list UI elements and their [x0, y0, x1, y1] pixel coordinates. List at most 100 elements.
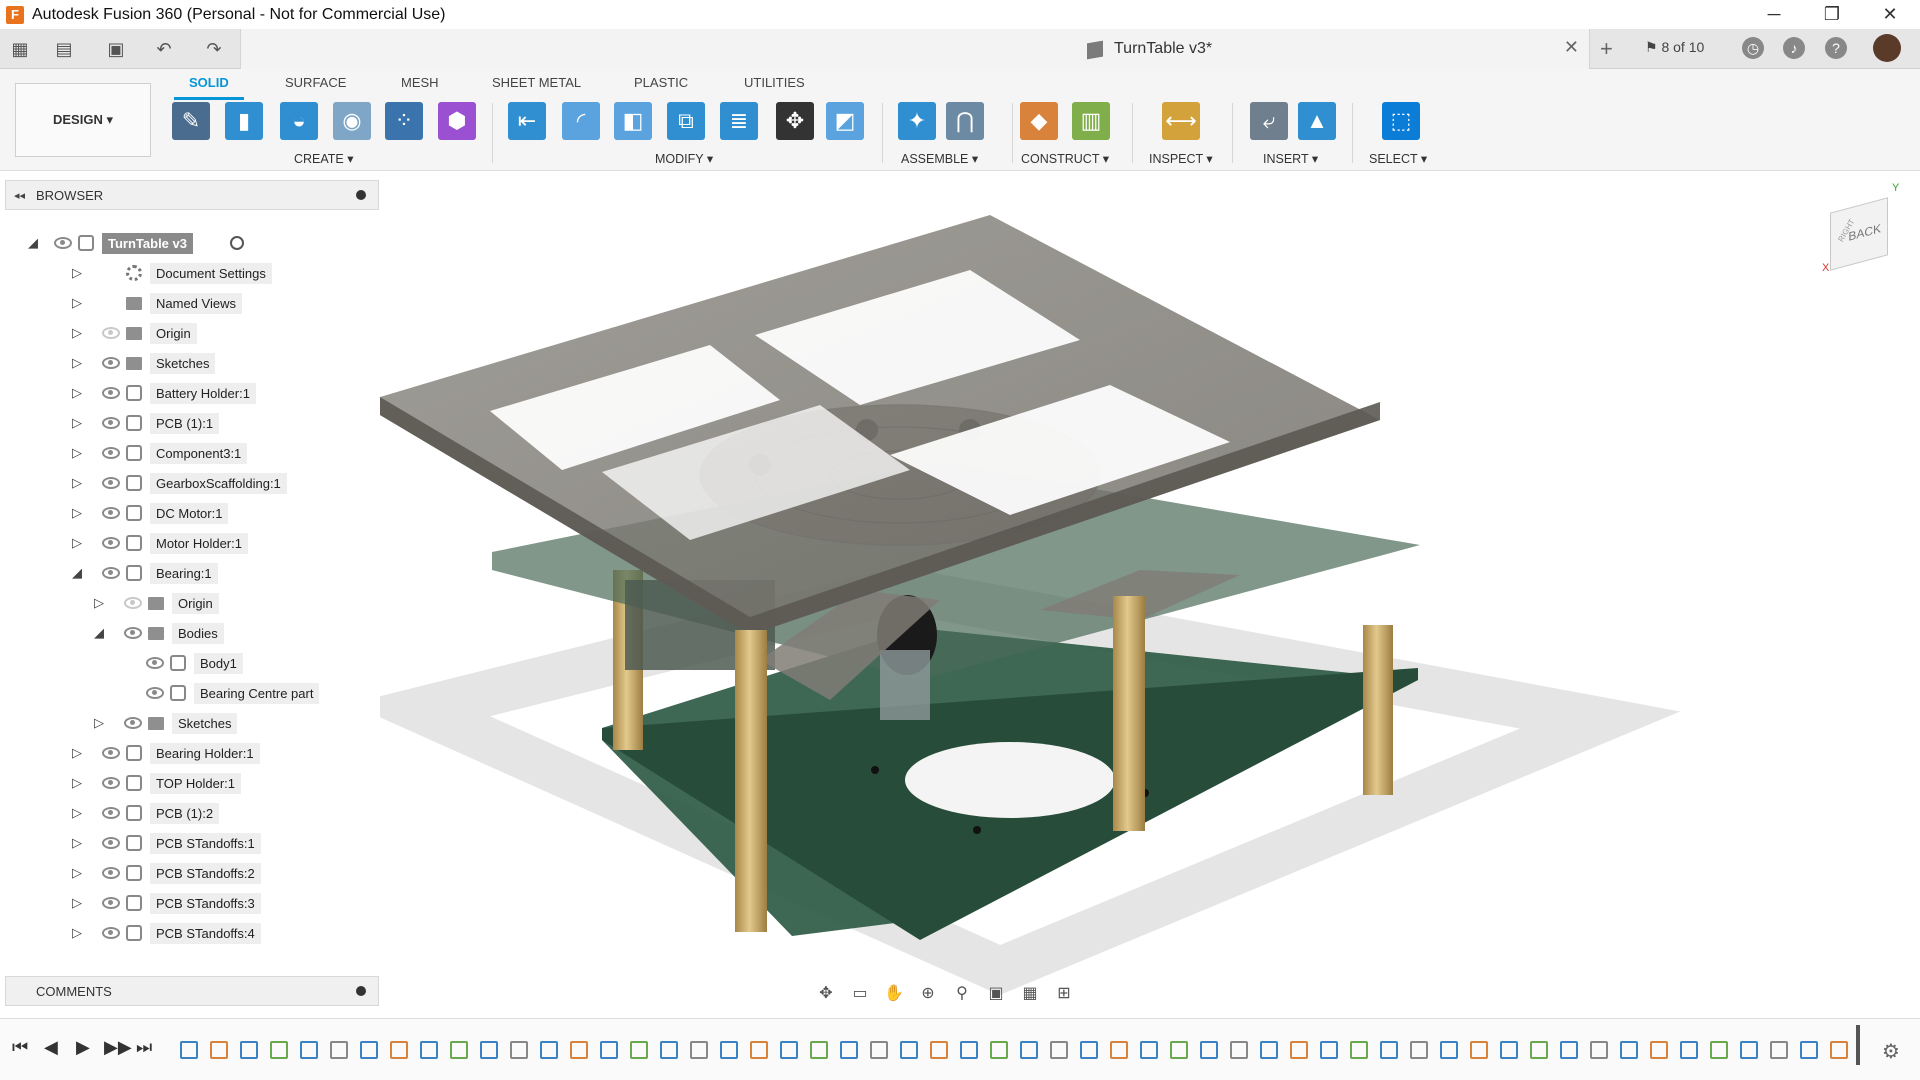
display-settings-icon[interactable]: ▣	[982, 983, 1010, 1003]
visibility-eye-icon[interactable]	[146, 657, 164, 669]
expand-toggle-icon[interactable]: ▷	[92, 715, 106, 731]
visibility-eye-icon[interactable]	[102, 537, 120, 549]
step-forward-button[interactable]: ▶▶	[104, 1037, 132, 1058]
expand-toggle-icon[interactable]: ▷	[70, 865, 84, 881]
notifications-bell-icon[interactable]: ♪	[1783, 37, 1805, 59]
create-sketch-icon[interactable]: ✎	[172, 102, 210, 140]
browser-item[interactable]: ▷ PCB STandoffs:4	[0, 919, 380, 947]
new-component-icon[interactable]: ✦	[898, 102, 936, 140]
timeline-feature-icon[interactable]	[1080, 1041, 1098, 1059]
undo-button[interactable]: ↶	[146, 38, 182, 60]
timeline-feature-icon[interactable]	[1710, 1041, 1728, 1059]
collapse-browser-icon[interactable]: ◂◂	[14, 189, 25, 202]
document-tab[interactable]: TurnTable v3* ✕	[240, 29, 1590, 69]
timeline-feature-icon[interactable]	[510, 1041, 528, 1059]
3d-viewport[interactable]: BACK RIGHT X Y	[349, 180, 1920, 1000]
browser-item[interactable]: ◢ Bodies	[0, 619, 380, 647]
expand-toggle-icon[interactable]: ▷	[70, 835, 84, 851]
combine-icon[interactable]: ⧉	[667, 102, 705, 140]
new-tab-button[interactable]: +	[1600, 36, 1613, 62]
browser-item[interactable]: ▷ Battery Holder:1	[0, 379, 380, 407]
timeline-feature-icon[interactable]	[450, 1041, 468, 1059]
go-to-end-button[interactable]: ⏭	[136, 1037, 152, 1058]
browser-item[interactable]: ▷ Origin	[0, 589, 380, 617]
timeline-feature-icon[interactable]	[1230, 1041, 1248, 1059]
timeline-feature-icon[interactable]	[1770, 1041, 1788, 1059]
browser-item[interactable]: ▷ Motor Holder:1	[0, 529, 380, 557]
timeline-feature-icon[interactable]	[300, 1041, 318, 1059]
insert-derive-icon[interactable]: ⤶	[1250, 102, 1288, 140]
timeline-feature-icon[interactable]	[1320, 1041, 1338, 1059]
look-at-icon[interactable]: ▭	[846, 983, 874, 1003]
browser-item[interactable]: ▷ PCB (1):2	[0, 799, 380, 827]
expand-toggle-icon[interactable]: ▷	[70, 895, 84, 911]
expand-toggle-icon[interactable]: ▷	[70, 925, 84, 941]
press-pull-icon[interactable]: ⇤	[508, 102, 546, 140]
timeline-feature-icon[interactable]	[720, 1041, 738, 1059]
browser-item[interactable]: ▷ Origin	[0, 319, 380, 347]
timeline-feature-icon[interactable]	[540, 1041, 558, 1059]
timeline-feature-icon[interactable]	[1170, 1041, 1188, 1059]
expand-toggle-icon[interactable]: ▷	[70, 355, 84, 371]
browser-item[interactable]: ▷ Bearing Holder:1	[0, 739, 380, 767]
visibility-eye-icon[interactable]	[124, 717, 142, 729]
expand-toggle-icon[interactable]: ▷	[70, 805, 84, 821]
timeline-feature-icon[interactable]	[1470, 1041, 1488, 1059]
expand-toggle-icon[interactable]: ▷	[70, 505, 84, 521]
data-panel-grid-icon[interactable]: ▦	[8, 38, 32, 60]
history-clock-icon[interactable]: ◷	[1742, 37, 1764, 59]
timeline-feature-icon[interactable]	[630, 1041, 648, 1059]
expand-toggle-icon[interactable]: ▷	[70, 475, 84, 491]
split-icon[interactable]: ◩	[826, 102, 864, 140]
pattern-icon[interactable]: ⁘	[385, 102, 423, 140]
timeline-feature-icon[interactable]	[1500, 1041, 1518, 1059]
viewports-icon[interactable]: ⊞	[1050, 983, 1078, 1003]
grid-settings-icon[interactable]: ▦	[1016, 983, 1044, 1003]
timeline-feature-icon[interactable]	[1110, 1041, 1128, 1059]
expand-toggle-icon[interactable]: ◢	[26, 235, 40, 251]
job-status-indicator[interactable]: ⚑ 8 of 10	[1645, 39, 1704, 56]
browser-item[interactable]: ▷ GearboxScaffolding:1	[0, 469, 380, 497]
timeline-feature-icon[interactable]	[1530, 1041, 1548, 1059]
visibility-eye-icon[interactable]	[102, 567, 120, 579]
joint-icon[interactable]: ⋂	[946, 102, 984, 140]
timeline-feature-icon[interactable]	[870, 1041, 888, 1059]
timeline-feature-icon[interactable]	[1680, 1041, 1698, 1059]
visibility-eye-icon[interactable]	[102, 417, 120, 429]
visibility-eye-icon[interactable]	[146, 687, 164, 699]
timeline-feature-icon[interactable]	[1590, 1041, 1608, 1059]
user-avatar[interactable]	[1873, 34, 1901, 62]
timeline-settings-icon[interactable]: ⚙	[1882, 1039, 1900, 1064]
revolve-icon[interactable]: ◒	[280, 102, 318, 140]
browser-item[interactable]: ▷ PCB STandoffs:3	[0, 889, 380, 917]
expand-toggle-icon[interactable]: ▷	[70, 745, 84, 761]
timeline-feature-icon[interactable]	[330, 1041, 348, 1059]
timeline-feature-icon[interactable]	[660, 1041, 678, 1059]
browser-item[interactable]: ▷ Document Settings	[0, 259, 380, 287]
expand-toggle-icon[interactable]: ▷	[70, 445, 84, 461]
tab-plastic[interactable]: PLASTIC	[634, 75, 688, 90]
midplane-icon[interactable]: ▥	[1072, 102, 1110, 140]
timeline-feature-icon[interactable]	[840, 1041, 858, 1059]
visibility-eye-icon[interactable]	[102, 387, 120, 399]
timeline-feature-icon[interactable]	[990, 1041, 1008, 1059]
timeline-marker[interactable]	[1856, 1025, 1860, 1065]
visibility-eye-icon[interactable]	[102, 897, 120, 909]
file-menu-button[interactable]: ▤	[46, 38, 82, 60]
visibility-eye-icon[interactable]	[102, 357, 120, 369]
visibility-eye-icon[interactable]	[102, 327, 120, 339]
timeline-feature-icon[interactable]	[180, 1041, 198, 1059]
insert-image-icon[interactable]: ▲	[1298, 102, 1336, 140]
timeline-feature-icon[interactable]	[1440, 1041, 1458, 1059]
step-back-button[interactable]: ◀	[44, 1037, 58, 1058]
visibility-eye-icon[interactable]	[102, 927, 120, 939]
restore-button[interactable]: ❐	[1803, 0, 1861, 29]
construct-menu[interactable]: CONSTRUCT ▾	[1021, 151, 1109, 166]
orbit-icon[interactable]: ✥	[812, 983, 840, 1003]
expand-toggle-icon[interactable]: ◢	[70, 565, 84, 581]
tab-utilities[interactable]: UTILITIES	[744, 75, 805, 90]
tab-solid[interactable]: SOLID	[189, 75, 229, 90]
timeline-feature-icon[interactable]	[1560, 1041, 1578, 1059]
visibility-eye-icon[interactable]	[54, 237, 72, 249]
timeline-feature-icon[interactable]	[1650, 1041, 1668, 1059]
